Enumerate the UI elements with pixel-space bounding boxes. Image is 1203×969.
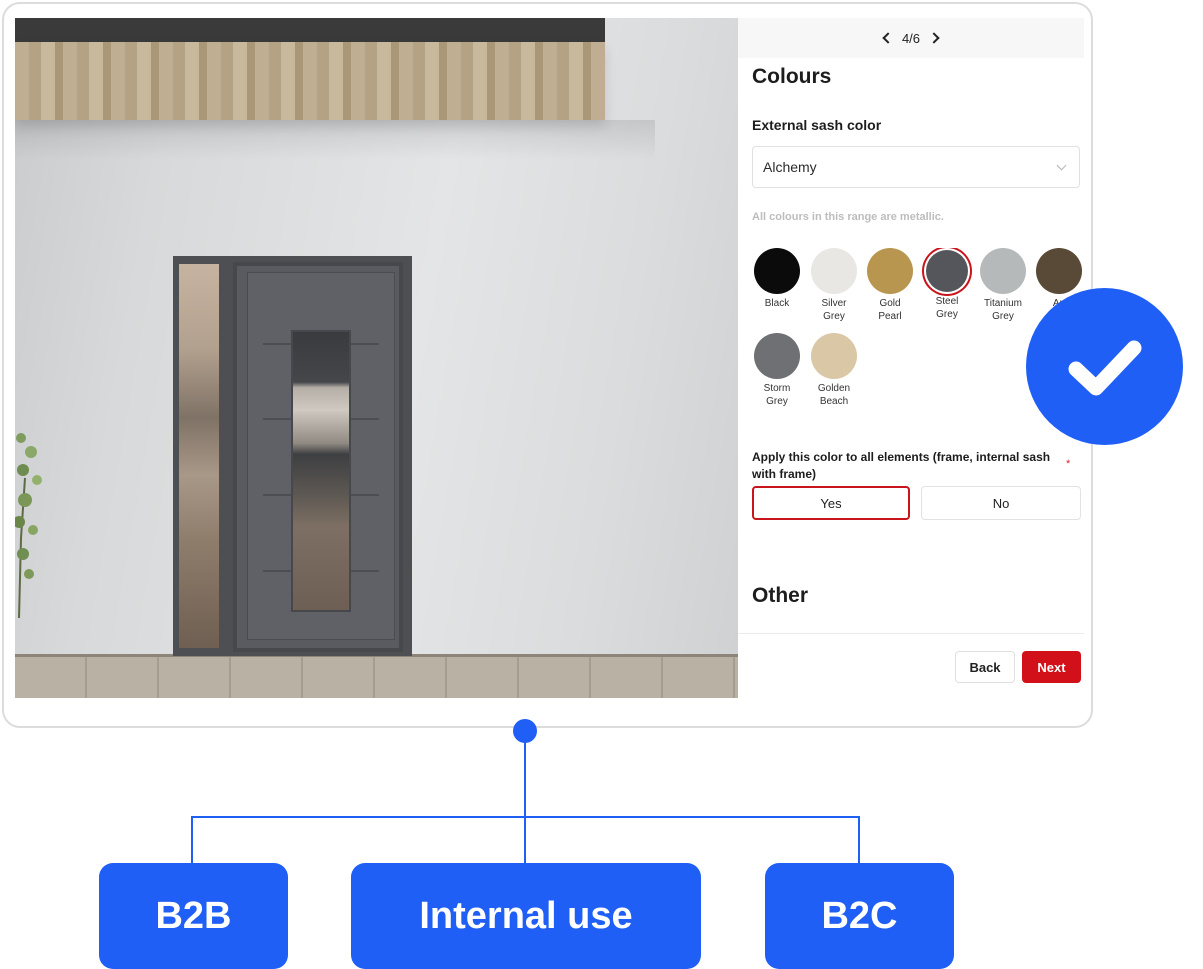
b2b-tag: B2B: [99, 863, 288, 969]
swatch-silver-grey[interactable]: Silver Grey: [809, 248, 859, 323]
swatch-storm-grey[interactable]: Storm Grey: [752, 333, 802, 408]
divider: [738, 633, 1084, 634]
door-preview-image: [15, 18, 738, 698]
swatch-steel-grey[interactable]: Steel Grey: [922, 248, 972, 321]
swatch-titanium-grey[interactable]: Titanium Grey: [978, 248, 1028, 323]
canopy-shadow: [15, 120, 655, 160]
connector-line: [858, 816, 860, 864]
swatch-label: Grey: [823, 311, 845, 322]
colour-range-value: Alchemy: [763, 159, 817, 175]
connector-line: [524, 742, 526, 864]
swatch-dot: [980, 248, 1026, 294]
door-glass: [291, 330, 351, 612]
colour-range-select[interactable]: Alchemy: [752, 146, 1080, 188]
chevron-down-icon: [1056, 160, 1067, 171]
required-mark: *: [1066, 458, 1071, 470]
canopy-edge: [15, 18, 605, 42]
swatch-dot: [1036, 248, 1082, 294]
chevron-left-icon[interactable]: [882, 32, 894, 44]
side-light-glass: [179, 264, 219, 648]
swatch-dot: [811, 333, 857, 379]
connector-node: [513, 719, 537, 743]
swatch-label: Storm: [763, 383, 791, 394]
swatch-label: Grey: [992, 311, 1014, 322]
plant-illustration: [15, 433, 42, 618]
external-sash-label: External sash color: [752, 117, 882, 133]
swatch-dot: [754, 333, 800, 379]
b2c-tag: B2C: [765, 863, 954, 969]
step-indicator: 4/6: [901, 30, 921, 46]
swatch-label: Titanium: [984, 298, 1022, 309]
chevron-right-icon[interactable]: [928, 32, 940, 44]
swatch-label: Steel: [935, 296, 959, 307]
swatch-label: Gold: [879, 298, 901, 309]
other-heading: Other: [752, 584, 809, 607]
apply-yes-button[interactable]: Yes: [752, 486, 910, 520]
internal-use-tag: Internal use: [351, 863, 701, 969]
connector-line: [191, 816, 193, 864]
swatch-dot: [926, 250, 968, 292]
checkmark-icon: [1068, 340, 1141, 395]
swatch-dot: [754, 248, 800, 294]
swatch-dot: [811, 248, 857, 294]
apply-all-question: Apply this color to all elements (frame,…: [752, 450, 1051, 481]
swatch-label: Silver: [821, 298, 847, 309]
metallic-note: All colours in this range are metallic.: [752, 211, 944, 223]
next-button[interactable]: Next: [1022, 651, 1081, 683]
swatch-gold-pearl[interactable]: Gold Pearl: [865, 248, 915, 323]
wooden-canopy: [15, 42, 605, 120]
check-badge: [1026, 288, 1183, 445]
paved-ground: [15, 654, 738, 698]
swatch-label: Beach: [819, 396, 849, 407]
swatch-label: Black: [764, 298, 790, 309]
swatch-label: Grey: [766, 396, 788, 407]
swatch-label: Grey: [936, 309, 958, 320]
connector-line: [191, 816, 860, 818]
step-pager: 4/6: [738, 18, 1084, 58]
swatch-label: Golden: [817, 383, 851, 394]
swatch-dot: [867, 248, 913, 294]
colours-heading: Colours: [752, 65, 832, 88]
swatch-label: Pearl: [878, 311, 902, 322]
apply-no-button[interactable]: No: [921, 486, 1081, 520]
back-button[interactable]: Back: [955, 651, 1015, 683]
swatch-black[interactable]: Black: [752, 248, 802, 310]
swatch-golden-beach[interactable]: Golden Beach: [809, 333, 859, 408]
